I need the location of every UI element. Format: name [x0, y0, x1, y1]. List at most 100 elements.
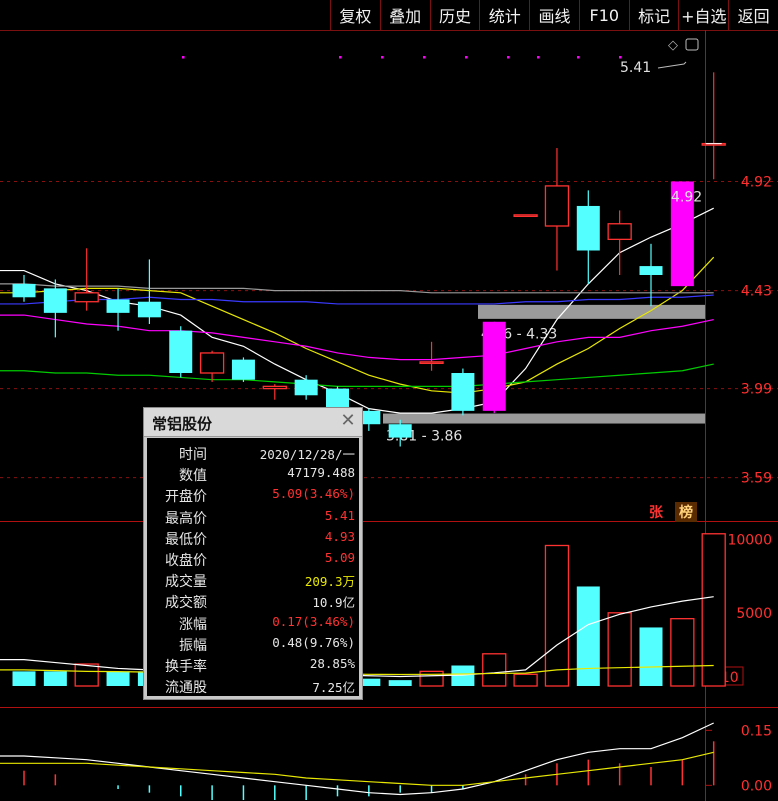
info-row-value: 0.48(9.76%) — [272, 634, 355, 650]
ma-line — [0, 314, 714, 361]
info-box-title: 常铝股份 — [152, 415, 213, 433]
price-axis-label: 4.43 — [741, 284, 772, 300]
volume-bar — [106, 671, 130, 686]
volume-bar — [544, 544, 570, 687]
volume-bar — [639, 627, 663, 686]
marker-dot — [619, 56, 622, 59]
info-row-value: 5.41 — [324, 507, 355, 523]
diamond-icon: ◇ — [668, 38, 678, 53]
info-row-label: 数值 — [179, 468, 207, 485]
indicator-line — [0, 722, 714, 796]
limit-up-badge[interactable]: 张 — [645, 502, 667, 522]
info-row-label: 开盘价 — [165, 489, 207, 506]
volume-bar — [43, 671, 67, 686]
ma-line — [0, 363, 714, 387]
indicator-axis-label: 0.00 — [741, 778, 772, 794]
marker-dot — [182, 56, 185, 59]
marker-dot — [381, 56, 384, 59]
info-row: 振幅 0.48(9.76%) — [147, 633, 359, 654]
indicator-axis-label: 0.15 — [741, 723, 772, 739]
info-row: 数值 47179.488 — [147, 463, 359, 484]
info-row-value: 10.9亿 — [312, 595, 355, 611]
candle-body — [231, 359, 255, 380]
info-box[interactable]: 常铝股份 ✕ 时间 2020/12/28/一数值 47179.488 开盘价 5.09(… — [143, 407, 363, 700]
info-row-value: 5.09(3.46%) — [272, 486, 355, 502]
info-box-content: 时间 2020/12/28/一数值 47179.488 开盘价 5.09(3.46%) 最… — [147, 438, 359, 696]
info-row-value: 2020/12/28/一 — [259, 447, 355, 462]
info-row: 最高价 5.41 — [147, 506, 359, 527]
volume-axis-label: 5000 — [736, 606, 772, 622]
info-row-value: 209.3万 — [304, 574, 355, 590]
candle-body — [607, 223, 632, 241]
info-row-value: 0.17(3.46%) — [272, 613, 355, 629]
price-axis-label: 3.99 — [741, 382, 772, 398]
info-row: 成交额 10.9亿 — [147, 590, 359, 611]
close-icon[interactable]: ✕ — [338, 411, 358, 431]
info-row: 收盘价 5.09 — [147, 548, 359, 569]
info-row: 时间 2020/12/28/一 — [147, 442, 359, 463]
candle-body — [169, 330, 193, 373]
volume-bar — [74, 663, 99, 687]
candle-body — [12, 283, 36, 298]
info-row-label: 流通股 — [165, 680, 207, 697]
info-row: 成交量 209.3万 — [147, 569, 359, 590]
candle-body — [639, 266, 663, 275]
indicator-line — [0, 751, 714, 786]
candle-body — [482, 321, 506, 411]
info-row-value: 4.93 — [324, 528, 355, 544]
window-icon — [685, 38, 699, 51]
volume-bar — [12, 671, 36, 686]
info-row-label: 振幅 — [179, 637, 207, 654]
high-label: 5.41 — [620, 60, 651, 76]
ranking-badge[interactable]: 榜 — [675, 502, 697, 522]
price-axis-label: 3.59 — [741, 471, 772, 487]
candle-body — [419, 361, 444, 365]
info-row-value: 7.25亿 — [312, 680, 355, 696]
info-row: 流通股 7.25亿 — [147, 675, 359, 696]
marker-dot — [423, 56, 426, 59]
marker-dot — [465, 56, 468, 59]
candle-body — [199, 352, 225, 374]
candle-body — [262, 385, 287, 390]
volume-bar — [388, 680, 412, 686]
candle-body — [544, 185, 570, 227]
info-row-value: 47179.488 — [287, 465, 355, 481]
candle-body — [451, 373, 475, 411]
volume-bar — [607, 612, 632, 687]
candle-body — [106, 299, 130, 313]
candle-body — [294, 379, 318, 396]
info-row-value: 28.85% — [309, 656, 355, 671]
info-box-title-bar[interactable]: 常铝股份 ✕ — [144, 408, 362, 437]
volume-bar — [513, 673, 538, 687]
candle-body — [43, 288, 67, 313]
kline-chart[interactable]: 4.924.433.993.594.26 - 4.333.81 - 3.865.… — [0, 0, 778, 801]
marker-dot — [507, 56, 510, 59]
price-axis-label: 4.92 — [741, 174, 772, 190]
info-row-label: 成交额 — [165, 595, 207, 612]
candle-body — [388, 424, 412, 438]
volume-bar — [576, 586, 600, 686]
candle-body — [576, 205, 600, 251]
candle-body — [74, 292, 99, 303]
volume-bar — [701, 533, 726, 687]
volume-bar — [670, 618, 695, 687]
close-label: 4.92 — [671, 189, 702, 205]
info-row-label: 收盘价 — [165, 553, 207, 569]
info-row-label: 成交量 — [165, 574, 207, 591]
volume-bar — [482, 653, 507, 687]
info-row: 最低价 4.93 — [147, 527, 359, 548]
info-row: 开盘价 5.09(3.46%) — [147, 484, 359, 505]
range-bar-upper — [478, 304, 705, 319]
info-row-label: 换手率 — [165, 659, 207, 675]
range-bar-lower — [383, 413, 705, 424]
high-arrow — [657, 61, 687, 69]
info-row: 涨幅 0.17(3.46%) — [147, 612, 359, 633]
info-row-label: 最低价 — [165, 531, 207, 548]
marker-dot — [537, 56, 540, 59]
candle-body — [137, 301, 161, 318]
info-row-label: 涨幅 — [179, 616, 207, 633]
volume-bar — [419, 670, 444, 687]
info-row-label: 时间 — [179, 447, 207, 463]
marker-dot — [577, 56, 580, 59]
info-row-value: 5.09 — [324, 550, 355, 565]
